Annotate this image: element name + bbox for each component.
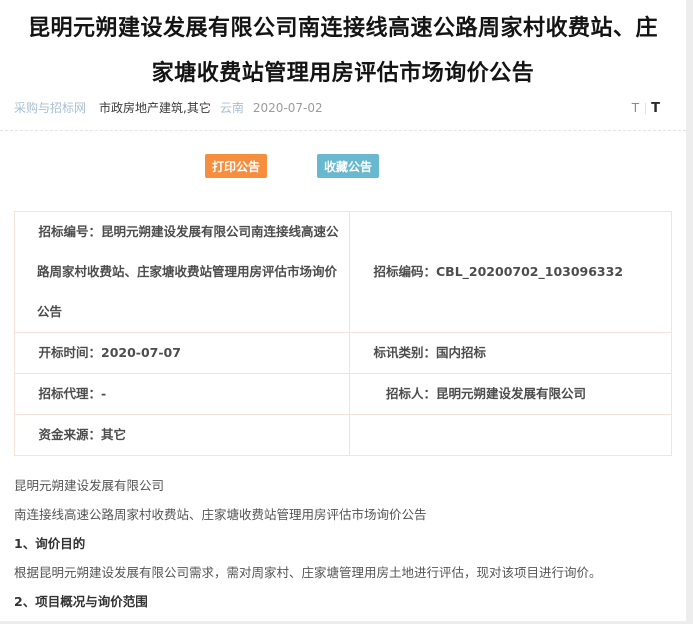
- toggle-divider: [645, 103, 646, 114]
- tender-code-cell: 招标编码：CBL_20200702_103096332: [350, 212, 672, 333]
- tenderee-cell: 招标人：昆明元朔建设发展有限公司: [350, 374, 672, 415]
- font-decrease-button[interactable]: T: [632, 101, 639, 115]
- cell-value: -: [101, 386, 106, 401]
- cell-value: 国内招标: [436, 345, 486, 360]
- cell-value: CBL_20200702_103096332: [436, 264, 623, 279]
- announcement-body: 昆明元朔建设发展有限公司 南连接线高速公路周家村收费站、庄家塘收费站管理用房评估…: [0, 456, 686, 624]
- page-title: 昆明元朔建设发展有限公司南连接线高速公路周家村收费站、庄家塘收费站管理用房评估市…: [17, 0, 669, 96]
- dashed-separator: [0, 130, 686, 131]
- open-date-cell: 开标时间：2020-07-07: [15, 333, 350, 374]
- cell-label: 招标编号：: [37, 212, 101, 252]
- project-content-text: 2.1项目内容：南连接线高速公路周家村管理用房土地（面积约5434.72平方米）…: [14, 616, 672, 624]
- cell-value: 昆明元朔建设发展有限公司: [436, 386, 586, 401]
- announcement-page: 昆明元朔建设发展有限公司南连接线高速公路周家村收费站、庄家塘收费站管理用房评估市…: [0, 0, 693, 624]
- category-label: 市政房地产建筑,其它: [99, 101, 211, 115]
- inquiry-purpose-text: 根据昆明元朔建设发展有限公司需求，需对周家村、庄家塘管理用房土地进行评估，现对该…: [14, 558, 672, 587]
- favorite-announcement-button[interactable]: 收藏公告: [317, 154, 379, 178]
- cell-value: 其它: [101, 427, 126, 442]
- cell-label: 招标代理：: [37, 374, 101, 414]
- company-name-line: 昆明元朔建设发展有限公司: [14, 471, 672, 500]
- table-row-open-date: 开标时间：2020-07-07 标讯类别：国内招标: [15, 333, 672, 374]
- project-title-line: 南连接线高速公路周家村收费站、庄家塘收费站管理用房评估市场询价公告: [14, 500, 672, 529]
- notice-type-cell: 标讯类别：国内招标: [350, 333, 672, 374]
- tender-info-table: 招标编号：昆明元朔建设发展有限公司南连接线高速公路周家村收费站、庄家塘收费站管理…: [14, 211, 672, 456]
- cell-value: 2020-07-07: [101, 345, 181, 360]
- empty-cell: [350, 415, 672, 456]
- table-row-tender-number: 招标编号：昆明元朔建设发展有限公司南连接线高速公路周家村收费站、庄家塘收费站管理…: [15, 212, 672, 333]
- funding-source-cell: 资金来源：其它: [15, 415, 350, 456]
- source-site-link[interactable]: 采购与招标网: [14, 101, 86, 115]
- region-link[interactable]: 云南: [220, 101, 244, 115]
- tender-number-cell: 招标编号：昆明元朔建设发展有限公司南连接线高速公路周家村收费站、庄家塘收费站管理…: [15, 212, 350, 333]
- meta-row: 采购与招标网市政房地产建筑,其它云南 2020-07-02 TT: [0, 99, 686, 117]
- section-heading-inquiry-purpose: 1、询价目的: [14, 529, 672, 558]
- cell-label: 资金来源：: [37, 415, 101, 455]
- content-area: 昆明元朔建设发展有限公司南连接线高速公路周家村收费站、庄家塘收费站管理用房评估市…: [0, 0, 686, 621]
- table-row-agency: 招标代理：- 招标人：昆明元朔建设发展有限公司: [15, 374, 672, 415]
- publish-date: 2020-07-02: [253, 101, 323, 115]
- action-buttons-row: 打印公告 收藏公告: [0, 154, 686, 178]
- print-announcement-button[interactable]: 打印公告: [205, 154, 267, 178]
- cell-label: 开标时间：: [37, 333, 101, 373]
- cell-label: 招标编码：: [372, 252, 436, 292]
- section-heading-project-overview: 2、项目概况与询价范围: [14, 587, 672, 616]
- agency-cell: 招标代理：-: [15, 374, 350, 415]
- font-increase-button[interactable]: T: [651, 101, 660, 116]
- cell-label: 招标人：: [372, 374, 436, 414]
- font-size-toggle: TT: [632, 99, 660, 118]
- table-row-funding: 资金来源：其它: [15, 415, 672, 456]
- cell-label: 标讯类别：: [372, 333, 436, 373]
